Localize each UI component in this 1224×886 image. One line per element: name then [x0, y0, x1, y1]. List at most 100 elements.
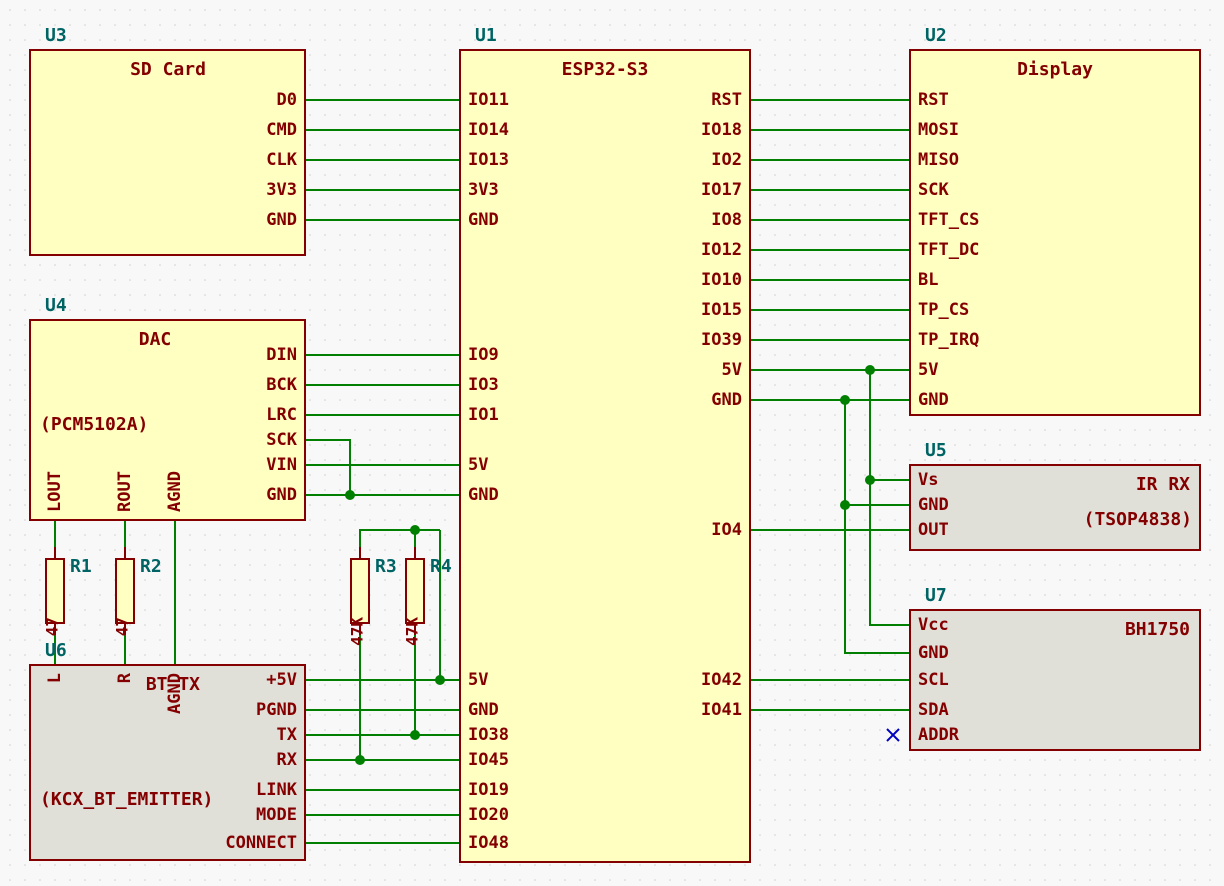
pin-label: SCK — [918, 180, 949, 200]
pin-label: GND — [918, 643, 949, 663]
pin-label: 5V — [918, 360, 938, 380]
refdes: U5 — [925, 440, 947, 461]
pin-label: Vcc — [918, 615, 949, 635]
pin-label: ADDR — [918, 725, 960, 745]
refdes: U3 — [45, 25, 67, 46]
pin-label: GND — [266, 485, 297, 505]
pin-label: CMD — [266, 120, 297, 140]
refdes: R4 — [430, 556, 452, 577]
component-U4: U4DAC(PCM5102A)DINBCKLRCSCKVINGNDLOUTROU… — [30, 295, 305, 520]
pin-label: 5V — [468, 455, 488, 475]
pin-label: IO1 — [468, 405, 499, 425]
pin-label: R — [115, 672, 135, 683]
pin-label: BL — [918, 270, 938, 290]
pin-label: IO10 — [701, 270, 742, 290]
junction-dot — [865, 365, 875, 375]
pin-label: AGND — [165, 471, 185, 512]
pin-label: LOUT — [45, 471, 65, 512]
pin-label: IO3 — [468, 375, 499, 395]
resistor-value: 47 — [113, 617, 132, 636]
pin-label: VIN — [266, 455, 297, 475]
pin-label: GND — [468, 700, 499, 720]
junction-dot — [865, 475, 875, 485]
pin-label: IO48 — [468, 833, 509, 853]
pin-label: IO13 — [468, 150, 509, 170]
component-U2: U2DisplayRSTMOSIMISOSCKTFT_CSTFT_DCBLTP_… — [910, 25, 1200, 415]
pin-label: Vs — [918, 470, 938, 490]
component-U6: U6BT TX(KCX_BT_EMITTER)+5VPGNDTXRXLINKMO… — [30, 640, 305, 860]
pin-label: DIN — [266, 345, 297, 365]
refdes: U4 — [45, 295, 67, 316]
pin-label: IO15 — [701, 300, 742, 320]
pin-label: TX — [277, 725, 298, 745]
pin-label: 5V — [722, 360, 742, 380]
refdes: U1 — [475, 25, 497, 46]
component-subtitle: (TSOP4838) — [1084, 509, 1192, 530]
pin-label: RX — [277, 750, 298, 770]
pin-label: SCK — [266, 430, 297, 450]
pin-label: 5V — [468, 670, 488, 690]
component-subtitle: (KCX_BT_EMITTER) — [40, 789, 213, 810]
junction-dot — [435, 675, 445, 685]
pin-label: SCL — [918, 670, 949, 690]
pin-label: IO14 — [468, 120, 509, 140]
pin-label: RST — [711, 90, 742, 110]
pin-label: GND — [468, 485, 499, 505]
junction-dot — [840, 500, 850, 510]
component-title: ESP32-S3 — [562, 59, 649, 80]
pin-label: IO42 — [701, 670, 742, 690]
resistor-R3: R3 47K — [348, 547, 397, 646]
resistor-value: 47K — [348, 617, 367, 646]
component-title: SD Card — [130, 59, 206, 80]
pin-label: TP_IRQ — [918, 330, 979, 350]
pin-label: RST — [918, 90, 949, 110]
component-subtitle: (PCM5102A) — [40, 414, 148, 435]
pin-label: IO4 — [711, 520, 742, 540]
refdes: U6 — [45, 640, 67, 661]
pin-label: IO39 — [701, 330, 742, 350]
junction-dot — [355, 755, 365, 765]
component-title: BH1750 — [1125, 619, 1190, 640]
pin-label: 3V3 — [468, 180, 499, 200]
pin-label: IO38 — [468, 725, 509, 745]
pin-label: IO11 — [468, 90, 509, 110]
pin-label: LINK — [256, 780, 298, 800]
pin-label: OUT — [918, 520, 949, 540]
pin-label: BCK — [266, 375, 297, 395]
pin-label: IO18 — [701, 120, 742, 140]
pin-label: PGND — [256, 700, 297, 720]
pin-label: GND — [266, 210, 297, 230]
pin-label: IO20 — [468, 805, 509, 825]
pin-label: TFT_DC — [918, 240, 979, 260]
refdes: R3 — [375, 556, 397, 577]
refdes: R1 — [70, 556, 92, 577]
resistor-R2: R2 47 — [113, 547, 162, 636]
pin-label: IO9 — [468, 345, 499, 365]
component-title: Display — [1017, 59, 1093, 80]
component-title: IR RX — [1136, 474, 1190, 495]
pin-label: +5V — [266, 670, 297, 690]
pin-label: GND — [711, 390, 742, 410]
junction-dot — [410, 525, 420, 535]
component-U3: U3SD CardD0CMDCLK3V3GND — [30, 25, 305, 255]
component-U5: U5 IR RX (TSOP4838) Vs GND OUT — [910, 440, 1200, 550]
junction-dot — [410, 730, 420, 740]
junction-dot — [345, 490, 355, 500]
pin-label: GND — [918, 495, 949, 515]
pin-label: GND — [918, 390, 949, 410]
resistor-R1: R1 47 — [43, 547, 92, 636]
pin-label: L — [45, 673, 65, 683]
pin-label: IO41 — [701, 700, 742, 720]
pin-label: IO19 — [468, 780, 509, 800]
pin-label: D0 — [277, 90, 297, 110]
refdes: U7 — [925, 585, 947, 606]
pin-label: ROUT — [115, 471, 135, 512]
pin-label: GND — [468, 210, 499, 230]
refdes: R2 — [140, 556, 162, 577]
pin-label: SDA — [918, 700, 949, 720]
pin-label: AGND — [165, 673, 185, 714]
resistor-value: 47 — [43, 617, 62, 636]
component-U7: U7 BH1750 Vcc GND SCL SDA ADDR — [910, 585, 1200, 750]
refdes: U2 — [925, 25, 947, 46]
pin-label: IO45 — [468, 750, 509, 770]
